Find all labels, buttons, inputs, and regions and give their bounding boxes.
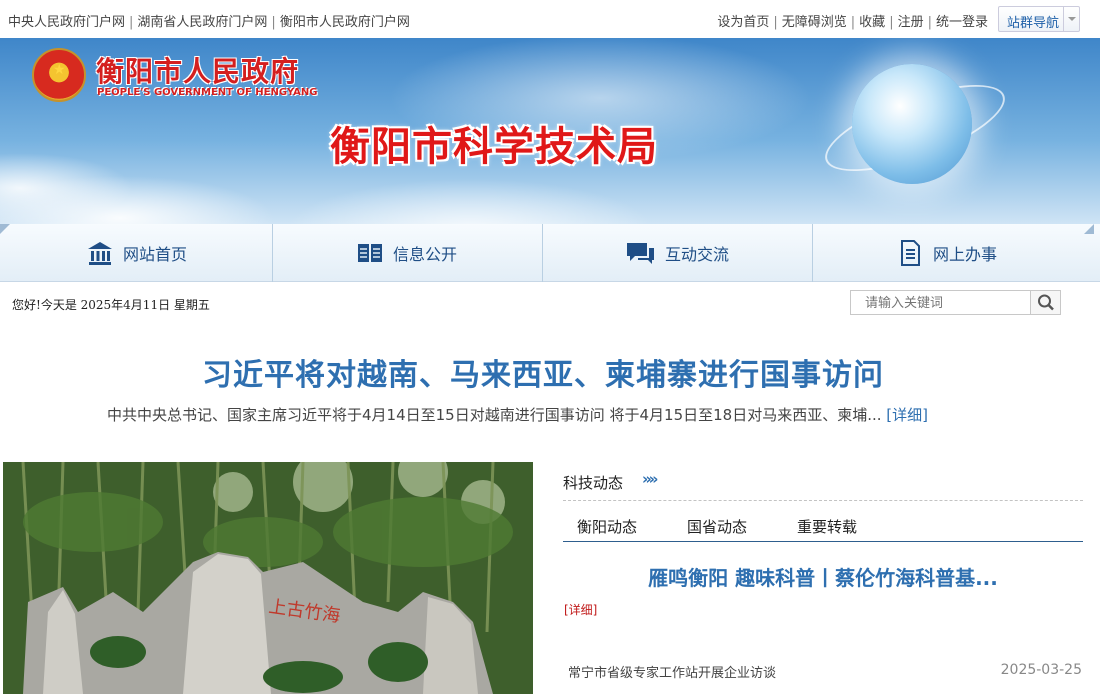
header-banner: 衡阳市人民政府 PEOPLE'S GOVERNMENT OF HENGYANG … bbox=[0, 38, 1100, 224]
dashed-divider bbox=[563, 500, 1083, 501]
central-gov-link[interactable]: 中央人民政府门户网 bbox=[8, 15, 125, 30]
date-greeting: 您好!今天是 2025年4月11日 星期五 bbox=[12, 298, 210, 312]
separator: | bbox=[889, 15, 894, 30]
search-button[interactable] bbox=[1030, 291, 1060, 314]
nav-corner-decoration bbox=[0, 224, 10, 234]
favorite-link[interactable]: 收藏 bbox=[859, 15, 885, 30]
chat-icon bbox=[626, 243, 654, 264]
separator: | bbox=[927, 15, 932, 30]
nav-item-label: 网上办事 bbox=[932, 245, 997, 264]
book-icon bbox=[357, 244, 382, 262]
utility-links: 设为首页 | 无障碍浏览 | 收藏 | 注册 | 统一登录 bbox=[717, 11, 988, 30]
double-chevron-right-icon: »» bbox=[642, 470, 658, 488]
hunan-gov-link[interactable]: 湖南省人民政府门户网 bbox=[137, 15, 267, 30]
nav-corner-decoration bbox=[1084, 224, 1094, 234]
home-icon bbox=[87, 242, 112, 265]
main-nav: 网站首页 信息公开 互动交流 网上办事 bbox=[0, 224, 1100, 282]
section-title[interactable]: 科技动态 bbox=[563, 472, 623, 493]
nav-item-label: 互动交流 bbox=[664, 245, 729, 264]
news-date: 2025-03-25 bbox=[1000, 662, 1082, 678]
nav-item-label: 网站首页 bbox=[122, 245, 187, 264]
tab-provincial-news[interactable]: 国省动态 bbox=[687, 516, 747, 537]
search-box bbox=[850, 290, 1061, 315]
site-title: 衡阳市科学技术局 bbox=[330, 124, 658, 170]
portal-links: 中央人民政府门户网 | 湖南省人民政府门户网 | 衡阳市人民政府门户网 bbox=[8, 11, 410, 30]
featured-photo[interactable]: 上古竹海 bbox=[3, 462, 533, 694]
separator: | bbox=[271, 15, 276, 30]
nav-item-online-service[interactable]: 网上办事 bbox=[812, 224, 1082, 282]
list-item[interactable]: 常宁市省级专家工作站开展企业访谈 2025-03-25 bbox=[568, 662, 1082, 681]
accessibility-link[interactable]: 无障碍浏览 bbox=[782, 15, 847, 30]
unified-login-link[interactable]: 统一登录 bbox=[936, 15, 988, 30]
register-link[interactable]: 注册 bbox=[898, 15, 924, 30]
hengyang-gov-link[interactable]: 衡阳市人民政府门户网 bbox=[280, 15, 410, 30]
headline-title[interactable]: 习近平将对越南、马来西亚、柬埔寨进行国事访问 bbox=[0, 350, 1086, 394]
chevron-down-icon bbox=[1063, 7, 1079, 31]
nav-item-label: 信息公开 bbox=[392, 245, 457, 264]
national-emblem-icon bbox=[32, 48, 86, 102]
separator: | bbox=[129, 15, 134, 30]
summary-text: 中共中央总书记、国家主席习近平将于4月14日至15日对越南进行国事访问 将于4月… bbox=[107, 406, 882, 424]
top-bar: 中央人民政府门户网 | 湖南省人民政府门户网 | 衡阳市人民政府门户网 设为首页 | 无障碍… bbox=[0, 0, 1100, 38]
search-input[interactable] bbox=[851, 291, 1031, 314]
bamboo-forest-image: 上古竹海 bbox=[3, 462, 533, 694]
search-icon bbox=[1038, 294, 1054, 311]
separator: | bbox=[850, 15, 856, 30]
featured-news-title[interactable]: 雁鸣衡阳 趣味科普丨蔡伦竹海科普基... bbox=[563, 562, 1083, 591]
document-icon bbox=[900, 240, 920, 266]
headline-more-link[interactable]: [详细] bbox=[886, 406, 928, 424]
globe-icon bbox=[852, 64, 972, 184]
tab-underline bbox=[563, 541, 1083, 542]
site-nav-dropdown[interactable]: 站群导航 bbox=[998, 6, 1080, 32]
nav-item-interaction[interactable]: 互动交流 bbox=[542, 224, 812, 282]
nav-item-info[interactable]: 信息公开 bbox=[272, 224, 542, 282]
tab-reprints[interactable]: 重要转载 bbox=[797, 516, 857, 537]
gov-name-en: PEOPLE'S GOVERNMENT OF HENGYANG bbox=[97, 87, 318, 98]
featured-detail-link[interactable]: [详细] bbox=[564, 601, 597, 618]
headline-summary: 中共中央总书记、国家主席习近平将于4月14日至15日对越南进行国事访问 将于4月… bbox=[107, 404, 1007, 425]
site-nav-label: 站群导航 bbox=[1007, 16, 1060, 31]
nav-item-home[interactable]: 网站首页 bbox=[2, 224, 272, 282]
gov-name[interactable]: 衡阳市人民政府 bbox=[96, 50, 299, 90]
separator: | bbox=[773, 15, 778, 30]
news-title: 常宁市省级专家工作站开展企业访谈 bbox=[568, 666, 777, 681]
set-homepage-link[interactable]: 设为首页 bbox=[717, 15, 769, 30]
tab-hengyang-news[interactable]: 衡阳动态 bbox=[577, 516, 637, 537]
